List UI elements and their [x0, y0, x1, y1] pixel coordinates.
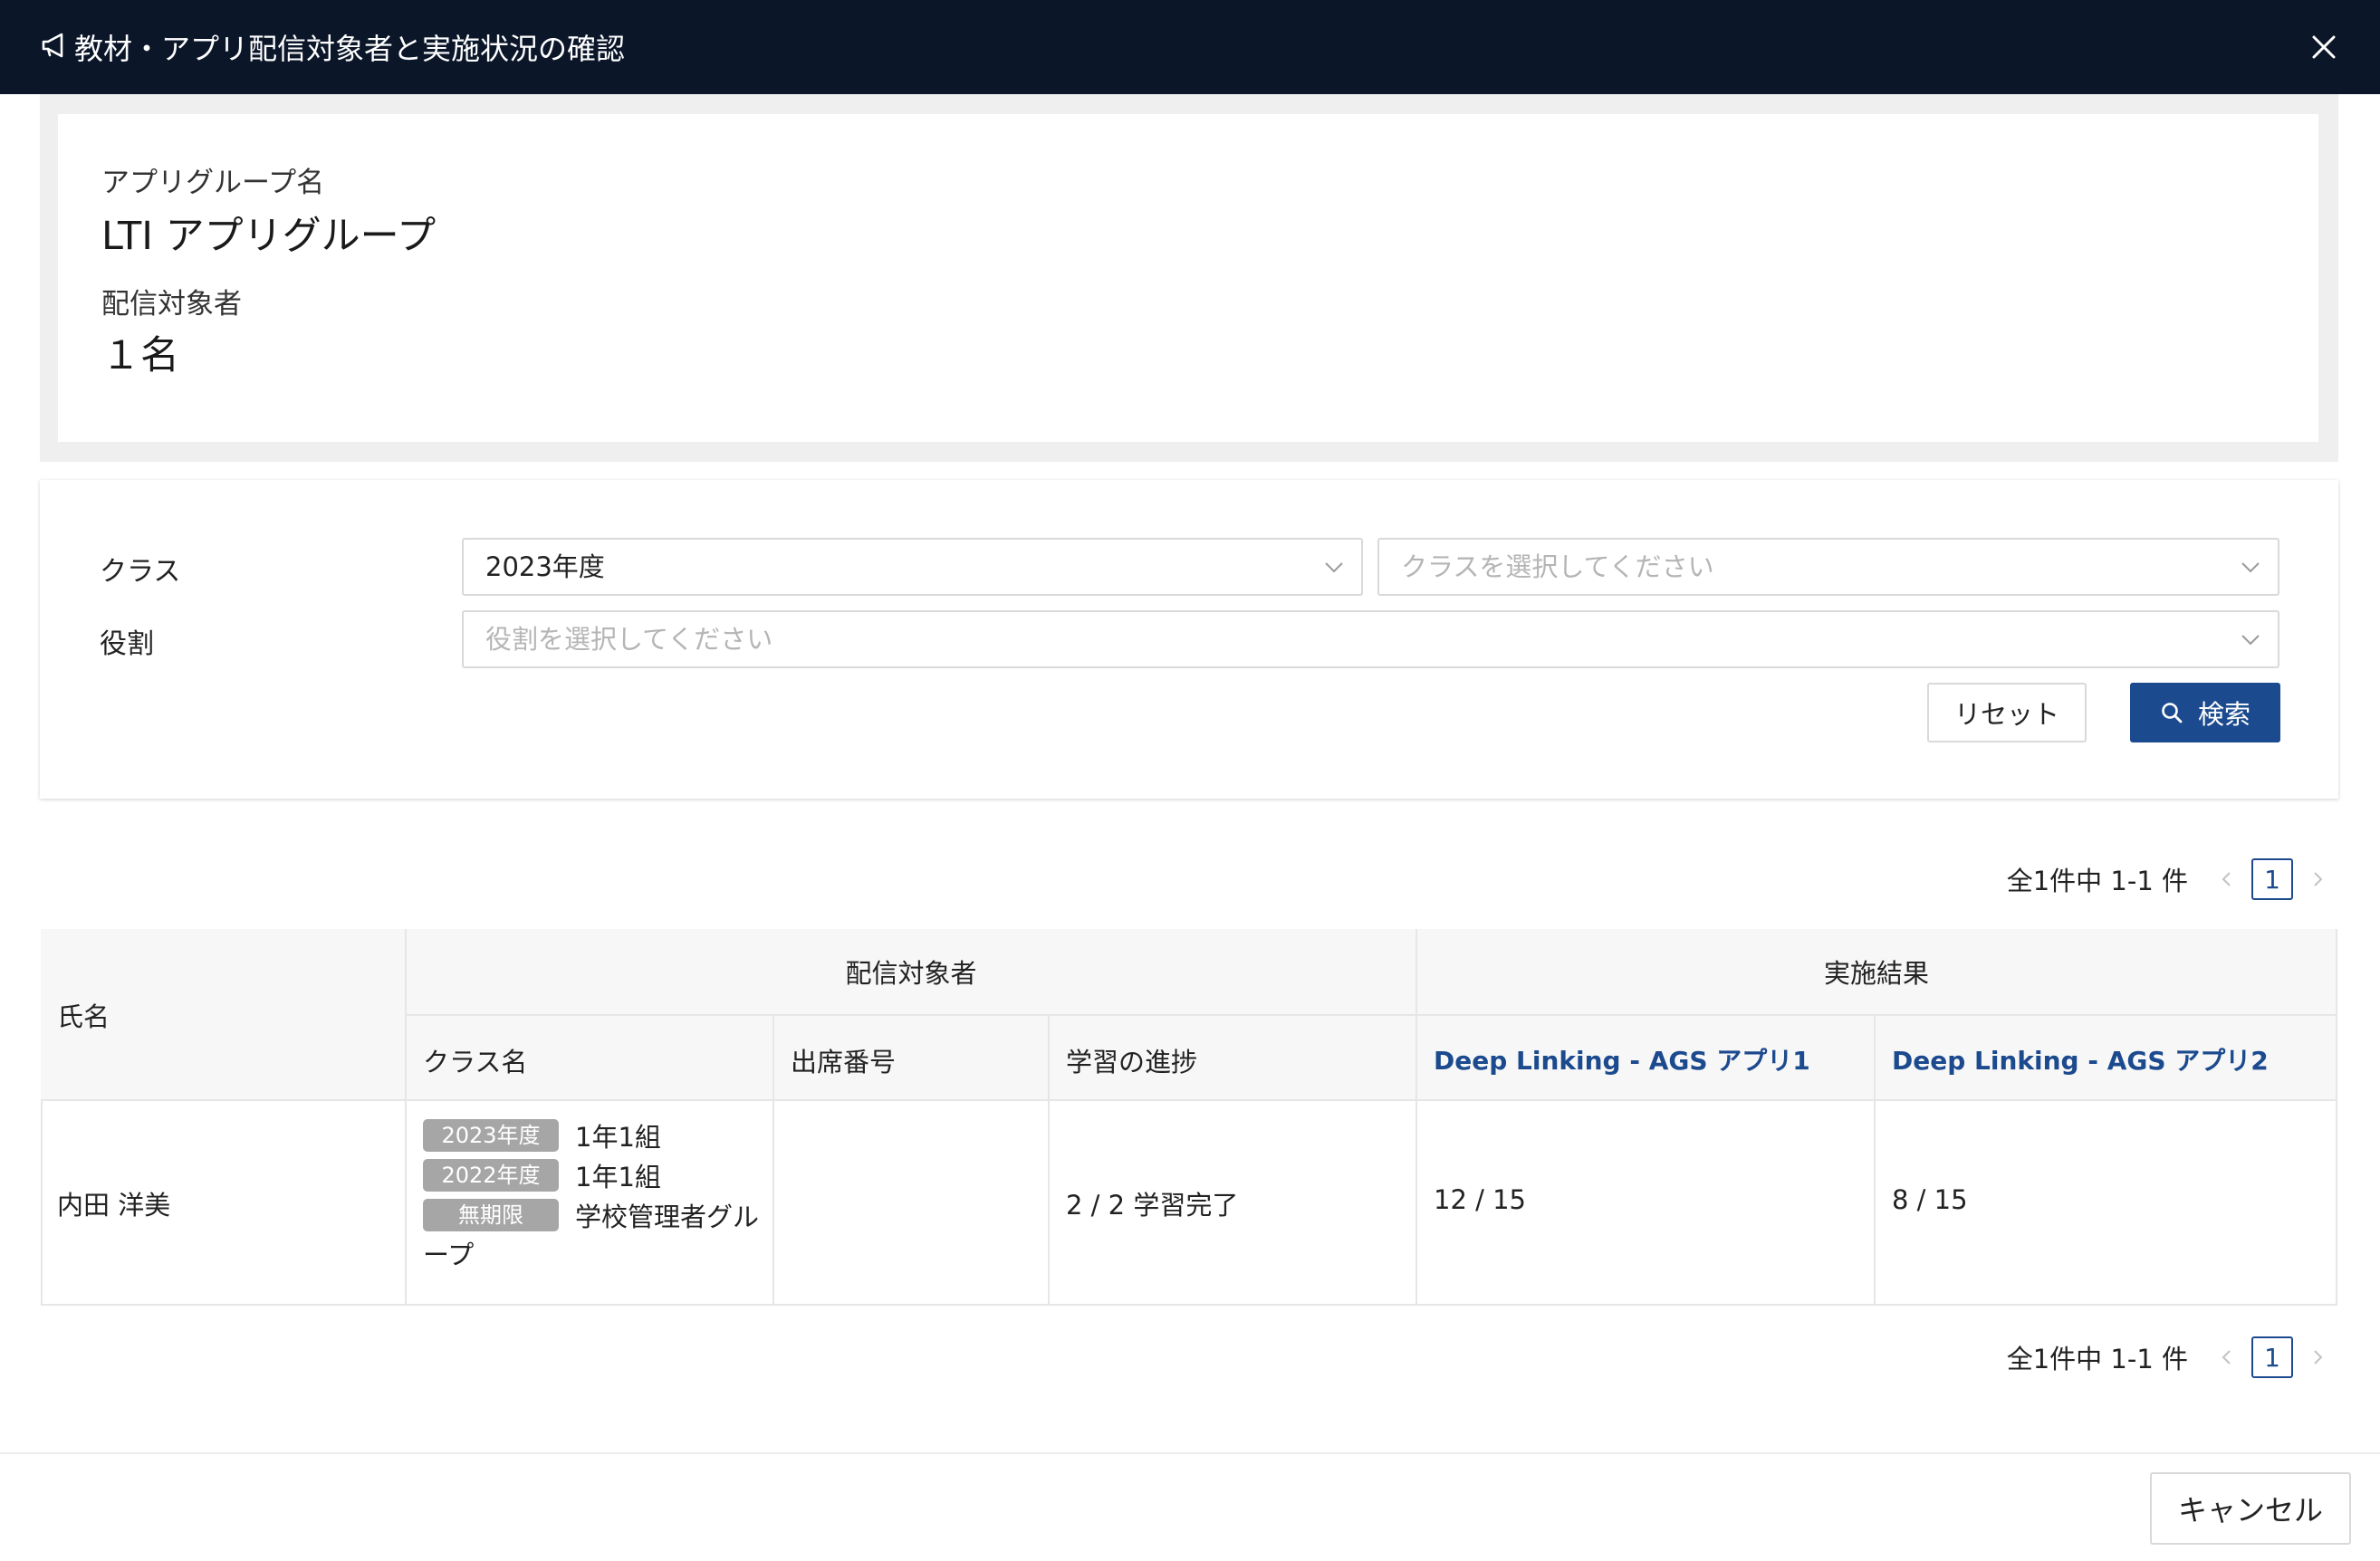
role-filter-label: 役割	[100, 628, 154, 660]
info-card: アプリグループ名 LTI アプリグループ 配信対象者 １名	[58, 114, 2318, 442]
footer-divider	[0, 1452, 2380, 1454]
app-group-label: アプリグループ名	[101, 167, 325, 199]
cancel-button[interactable]: キャンセル	[2150, 1472, 2351, 1545]
role-select[interactable]: 役割を選択してください	[462, 610, 2279, 668]
header-class-name: クラス名	[407, 1016, 774, 1101]
year-tag: 2022年度	[423, 1159, 559, 1192]
class-name: 学校管理者グル	[575, 1202, 760, 1232]
chevron-left-icon[interactable]	[2215, 1346, 2239, 1369]
search-button[interactable]: 検索	[2130, 683, 2280, 742]
class-name: 1年1組	[575, 1162, 661, 1192]
class-select[interactable]: クラスを選択してください	[1377, 538, 2279, 596]
chevron-left-icon[interactable]	[2215, 867, 2239, 891]
results-table: 氏名 配信対象者 実施結果 クラス名 出席番号 学習の進捗 Deep Linki…	[41, 929, 2337, 1306]
page-button-current[interactable]: 1	[2251, 1336, 2293, 1378]
header-name: 氏名	[41, 929, 407, 1101]
header-attendance-no: 出席番号	[774, 1016, 1050, 1101]
modal-header: 教材・アプリ配信対象者と実施状況の確認	[0, 0, 2380, 94]
reset-button-label: リセット	[1953, 699, 2059, 730]
class-name: 1年1組	[575, 1122, 661, 1153]
table-row-app1-cell: 12 / 15	[1417, 1101, 1876, 1306]
header-result-group: 実施結果	[1417, 929, 2337, 1016]
chevron-down-icon	[1325, 562, 1343, 573]
header-app2: Deep Linking - AGS アプリ2	[1876, 1016, 2337, 1101]
app2-score: 8 / 15	[1892, 1184, 1968, 1215]
table-row-attendance-cell	[774, 1101, 1050, 1306]
table-row-class-cell: 2023年度 1年1組 2022年度 1年1組 無期限 学校管理者グル ープ	[407, 1101, 774, 1306]
target-value: １名	[101, 333, 179, 378]
class-entry: 無期限 学校管理者グル	[423, 1195, 767, 1235]
search-icon	[2162, 703, 2183, 723]
page-button-current[interactable]: 1	[2251, 858, 2293, 900]
class-entry-wrap: ープ	[423, 1235, 767, 1271]
class-entry: 2023年度 1年1組	[423, 1116, 767, 1155]
chevron-right-icon[interactable]	[2306, 1346, 2329, 1369]
chevron-right-icon[interactable]	[2306, 867, 2329, 891]
pagination-bottom: 全1件中 1-1 件 1	[2007, 1336, 2329, 1378]
class-name-wrap: ープ	[423, 1240, 475, 1270]
year-tag: 2023年度	[423, 1119, 559, 1152]
info-panel: アプリグループ名 LTI アプリグループ 配信対象者 １名	[40, 94, 2338, 462]
pagination-top: 全1件中 1-1 件 1	[2007, 858, 2329, 900]
search-button-label: 検索	[2197, 699, 2250, 730]
year-select-value: 2023年度	[485, 551, 605, 582]
app-group-value: LTI アプリグループ	[101, 214, 437, 259]
megaphone-icon	[40, 30, 71, 64]
close-icon[interactable]	[2304, 27, 2344, 67]
pagination-summary: 全1件中 1-1 件	[2006, 1344, 2188, 1374]
app2-link[interactable]: Deep Linking - AGS アプリ2	[1892, 1041, 2269, 1077]
table-row-name-cell: 内田 洋美	[41, 1101, 407, 1306]
year-tag: 無期限	[423, 1199, 559, 1231]
reset-button[interactable]: リセット	[1927, 683, 2087, 742]
app1-score: 12 / 15	[1434, 1184, 1527, 1215]
cancel-button-label: キャンセル	[2177, 1493, 2323, 1527]
header-progress: 学習の進捗	[1050, 1016, 1417, 1101]
header-target-group: 配信対象者	[407, 929, 1417, 1016]
modal-title-text: 教材・アプリ配信対象者と実施状況の確認	[74, 32, 626, 66]
progress-value: 2 / 2 学習完了	[1066, 1190, 1239, 1221]
student-name: 内田 洋美	[57, 1190, 171, 1221]
header-app1: Deep Linking - AGS アプリ1	[1417, 1016, 1876, 1101]
role-select-placeholder: 役割を選択してください	[485, 624, 773, 655]
target-label: 配信対象者	[101, 288, 242, 321]
class-entry: 2022年度 1年1組	[423, 1155, 767, 1195]
class-filter-label: クラス	[100, 556, 181, 588]
table-row-progress-cell: 2 / 2 学習完了	[1050, 1101, 1417, 1306]
table-row-app2-cell: 8 / 15	[1876, 1101, 2337, 1306]
chevron-down-icon	[2241, 635, 2260, 646]
year-select[interactable]: 2023年度	[462, 538, 1363, 596]
app1-link[interactable]: Deep Linking - AGS アプリ1	[1434, 1041, 1810, 1077]
pagination-summary: 全1件中 1-1 件	[2006, 866, 2188, 896]
modal-title: 教材・アプリ配信対象者と実施状況の確認	[40, 0, 625, 94]
class-select-placeholder: クラスを選択してください	[1401, 551, 1714, 582]
chevron-down-icon	[2241, 562, 2260, 573]
